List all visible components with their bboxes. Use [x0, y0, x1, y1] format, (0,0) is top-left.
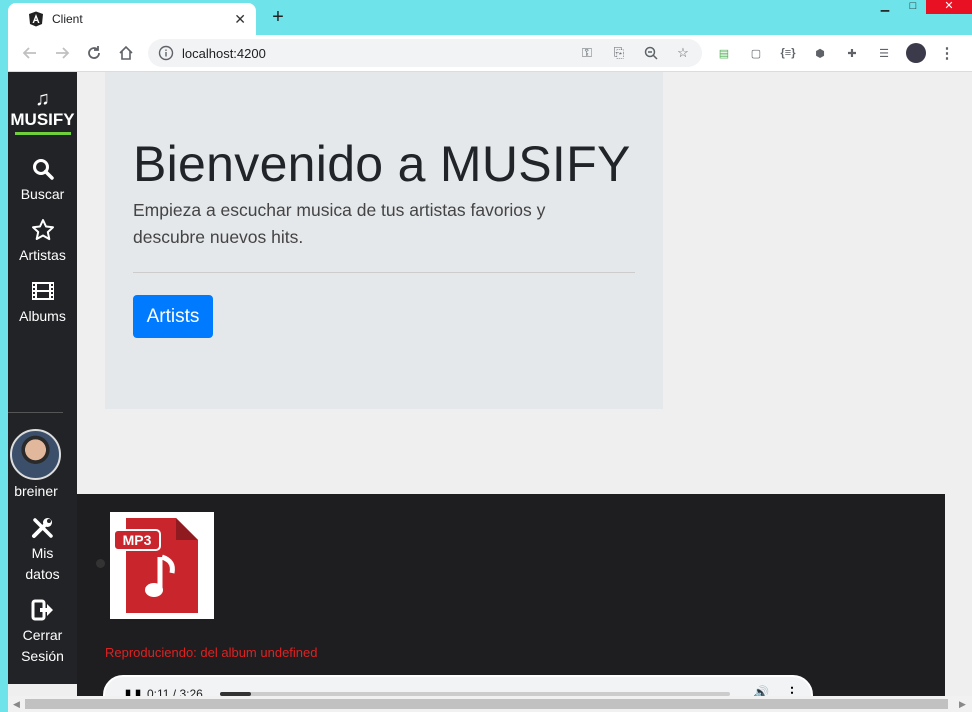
- sidebar-item-label: Mis datos: [8, 543, 77, 585]
- scroll-left-icon[interactable]: ◀: [13, 699, 20, 710]
- brand-logo[interactable]: ♫ MUSIFY: [8, 89, 77, 135]
- maximize-icon[interactable]: □: [904, 0, 922, 14]
- now-playing-text: Reproduciendo: del album undefined: [105, 645, 318, 660]
- lead-text: Empieza a escuchar musica de tus artista…: [133, 200, 546, 247]
- sidebar-item-label: Artistas: [19, 247, 66, 263]
- url-text[interactable]: localhost:4200: [182, 46, 266, 61]
- sidebar-item-label: Albums: [19, 308, 66, 324]
- sidebar-item-artistas[interactable]: Artistas: [8, 218, 77, 266]
- forward-icon[interactable]: [52, 43, 72, 63]
- browser-tabstrip: Client 🔈 ✕ + ▁ □ ✕: [0, 0, 972, 224]
- search-icon: [8, 157, 77, 181]
- sidebar-item-mis-datos[interactable]: Mis datos: [8, 516, 77, 585]
- sheets-extension-icon[interactable]: ▤: [715, 44, 733, 62]
- pocket-extension-icon[interactable]: ▢: [747, 44, 765, 62]
- translate-icon[interactable]: ⎘: [610, 44, 628, 62]
- key-icon[interactable]: ⚿: [578, 44, 596, 62]
- profile-avatar[interactable]: [906, 43, 926, 63]
- media-queue-icon[interactable]: ☰: [875, 44, 893, 62]
- mp3-label: MP3: [123, 532, 152, 548]
- scrollbar-thumb[interactable]: [25, 699, 948, 709]
- playback-time: 0:11 / 3:26: [147, 687, 203, 696]
- angular-icon: [29, 11, 43, 27]
- music-player: MP3 Reproduciendo: del album undefined ❚…: [77, 494, 945, 696]
- home-icon[interactable]: [116, 43, 136, 63]
- divider: [133, 272, 635, 273]
- info-icon[interactable]: [158, 45, 174, 61]
- tools-icon: [8, 516, 77, 540]
- volume-icon[interactable]: 🔊: [753, 685, 769, 696]
- sidebar-item-cerrar-sesion[interactable]: Cerrar Sesión: [8, 598, 77, 667]
- mp3-file-icon: MP3: [113, 518, 198, 613]
- new-tab-button[interactable]: +: [268, 6, 288, 29]
- menu-kebab-icon[interactable]: ⋮: [938, 44, 956, 62]
- sign-out-icon: [8, 598, 77, 622]
- welcome-jumbotron: Bienvenido a MUSIFY Empieza a escuchar m…: [105, 72, 663, 409]
- brand-underline: [14, 132, 71, 135]
- puzzle-extensions-icon[interactable]: ✚: [843, 44, 861, 62]
- user-avatar[interactable]: [10, 429, 61, 480]
- back-icon[interactable]: [20, 43, 40, 63]
- window-close-icon[interactable]: ✕: [926, 0, 972, 14]
- pause-icon[interactable]: ❚❚: [123, 688, 143, 696]
- music-note-icon: ♫: [35, 88, 50, 110]
- audio-controls[interactable]: ❚❚ 0:11 / 3:26 🔊 ⋮: [103, 675, 813, 696]
- horizontal-scrollbar[interactable]: ◀ ▶: [8, 696, 972, 712]
- bookmark-star-icon[interactable]: ☆: [674, 44, 692, 62]
- player-dot: [96, 559, 105, 568]
- zoom-out-icon[interactable]: [642, 44, 660, 62]
- sidebar-item-buscar[interactable]: Buscar: [8, 157, 77, 205]
- label-line-2: Sesión: [21, 648, 64, 664]
- browser-tab[interactable]: Client 🔈 ✕: [8, 3, 744, 224]
- sidebar-item-albums[interactable]: Albums: [8, 279, 77, 327]
- page-title: Bienvenido a MUSIFY: [133, 136, 631, 192]
- film-icon: [8, 279, 77, 303]
- sidebar-item-label: Buscar: [20, 186, 65, 202]
- tab-title: Client: [52, 12, 83, 26]
- label-line-2: datos: [25, 566, 60, 582]
- user-name[interactable]: breiner: [8, 483, 64, 499]
- sidebar-divider: [8, 412, 63, 413]
- brand-name: MUSIFY: [10, 110, 75, 129]
- scroll-right-icon[interactable]: ▶: [959, 699, 966, 710]
- sidebar: ♫ MUSIFY Buscar Artistas Albums breiner: [8, 72, 77, 684]
- star-icon: [8, 218, 77, 242]
- label-line-1: Cerrar: [22, 627, 63, 643]
- close-icon[interactable]: ✕: [234, 11, 246, 28]
- minimize-icon[interactable]: ▁: [876, 0, 894, 14]
- address-bar[interactable]: localhost:4200 ⚿ ⎘ ☆: [148, 39, 702, 67]
- page-viewport: ♫ MUSIFY Buscar Artistas Albums breiner: [8, 72, 972, 696]
- sidebar-item-label: Cerrar Sesión: [8, 625, 77, 667]
- artists-button[interactable]: Artists: [133, 295, 213, 338]
- browser-toolbar: localhost:4200 ⚿ ⎘ ☆ ▤ ▢ {≡} ⬢ ✚ ☰ ⋮: [8, 35, 972, 72]
- audio-more-icon[interactable]: ⋮: [785, 684, 799, 696]
- album-cover: MP3: [110, 512, 214, 619]
- cube-extension-icon[interactable]: ⬢: [811, 44, 829, 62]
- json-extension-icon[interactable]: {≡}: [779, 44, 797, 62]
- label-line-1: Mis: [31, 545, 54, 561]
- reload-icon[interactable]: [84, 43, 104, 63]
